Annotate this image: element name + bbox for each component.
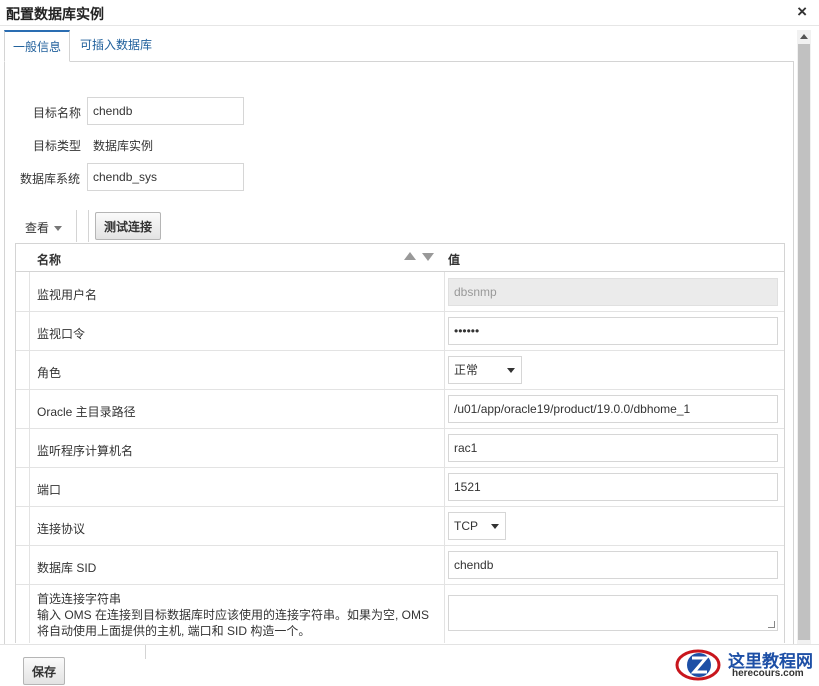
column-header-value: 值 xyxy=(448,253,461,267)
target-type-label: 目标类型 xyxy=(33,139,82,153)
sort-ascending-icon[interactable] xyxy=(404,252,416,260)
chevron-down-icon xyxy=(491,524,499,529)
connect-string-description: 首选连接字符串 输入 OMS 在连接到目标数据库时应该使用的连接字符串。如果为空… xyxy=(37,591,437,639)
row-name: 监听程序计算机名 xyxy=(37,444,134,458)
table-row: 首选连接字符串 输入 OMS 在连接到目标数据库时应该使用的连接字符串。如果为空… xyxy=(16,585,784,643)
target-type-value: 数据库实例 xyxy=(93,139,154,153)
protocol-select[interactable]: TCP xyxy=(448,512,506,540)
table-row: 连接协议 TCP xyxy=(16,507,784,546)
properties-table: 名称 值 监视用户名 监视口令 角色 正常 Oracle 主目录路径 监听程序计… xyxy=(15,243,785,643)
tab-pluggable-databases[interactable]: 可插入数据库 xyxy=(72,30,160,62)
target-name-input[interactable] xyxy=(87,97,244,125)
view-menu[interactable]: 查看 xyxy=(25,219,63,236)
protocol-select-value: TCP xyxy=(454,519,478,533)
save-button[interactable]: 保存 xyxy=(23,657,66,685)
oracle-home-input[interactable] xyxy=(448,395,778,423)
table-row: 端口 xyxy=(16,468,784,507)
description-line: 将自动使用上面提供的主机, 端口和 SID 构造一个。 xyxy=(37,624,311,638)
listener-host-input[interactable] xyxy=(448,434,778,462)
db-system-input[interactable] xyxy=(87,163,244,191)
role-select[interactable]: 正常 xyxy=(448,356,522,384)
port-input[interactable] xyxy=(448,473,778,501)
row-name: 角色 xyxy=(37,366,62,380)
table-row: 监听程序计算机名 xyxy=(16,429,784,468)
dialog-title: 配置数据库实例 xyxy=(6,6,104,22)
row-name: 监视口令 xyxy=(37,327,86,341)
table-header: 名称 值 xyxy=(16,244,784,272)
close-icon[interactable]: × xyxy=(797,2,807,22)
toolbar-divider xyxy=(76,210,77,242)
tab-bar: 一般信息 可插入数据库 xyxy=(4,30,794,62)
target-name-label: 目标名称 xyxy=(33,106,82,120)
row-name: 数据库 SID xyxy=(37,561,97,575)
monitor-username-input xyxy=(448,278,778,306)
resize-handle-icon[interactable] xyxy=(768,621,775,628)
monitor-password-input[interactable] xyxy=(448,317,778,345)
view-menu-label: 查看 xyxy=(25,221,50,235)
watermark-url: herecours.com xyxy=(732,668,804,679)
vertical-scrollbar[interactable] xyxy=(797,30,811,644)
role-select-value: 正常 xyxy=(454,363,479,377)
tab-general-info[interactable]: 一般信息 xyxy=(4,30,71,62)
connect-string-textarea[interactable] xyxy=(448,595,778,631)
description-line: 输入 OMS 在连接到目标数据库时应该使用的连接字符串。如果为空, OMS xyxy=(37,608,430,622)
table-row: 角色 正常 xyxy=(16,351,784,390)
toolbar-divider xyxy=(88,210,89,242)
test-connection-button[interactable]: 测试连接 xyxy=(95,212,162,240)
sort-descending-icon[interactable] xyxy=(422,253,434,261)
row-name: 连接协议 xyxy=(37,522,86,536)
scroll-up-icon[interactable] xyxy=(800,34,808,39)
column-header-name[interactable]: 名称 xyxy=(37,251,61,268)
watermark-logo-icon xyxy=(675,649,721,681)
table-row: 监视用户名 xyxy=(16,273,784,312)
row-name: 端口 xyxy=(37,483,62,497)
scrollbar-thumb[interactable] xyxy=(798,44,810,640)
table-row: 数据库 SID xyxy=(16,546,784,585)
row-name: 首选连接字符串 xyxy=(37,592,122,606)
row-name: 监视用户名 xyxy=(37,288,98,302)
dialog-titlebar: 配置数据库实例 × xyxy=(0,0,819,26)
sid-input[interactable] xyxy=(448,551,778,579)
chevron-down-icon xyxy=(507,368,515,373)
db-system-label: 数据库系统 xyxy=(20,172,81,186)
table-row: Oracle 主目录路径 xyxy=(16,390,784,429)
row-name: Oracle 主目录路径 xyxy=(37,405,136,419)
chevron-down-icon xyxy=(54,226,63,232)
table-row: 监视口令 xyxy=(16,312,784,351)
site-watermark: 这里教程网 herecours.com xyxy=(672,644,819,686)
